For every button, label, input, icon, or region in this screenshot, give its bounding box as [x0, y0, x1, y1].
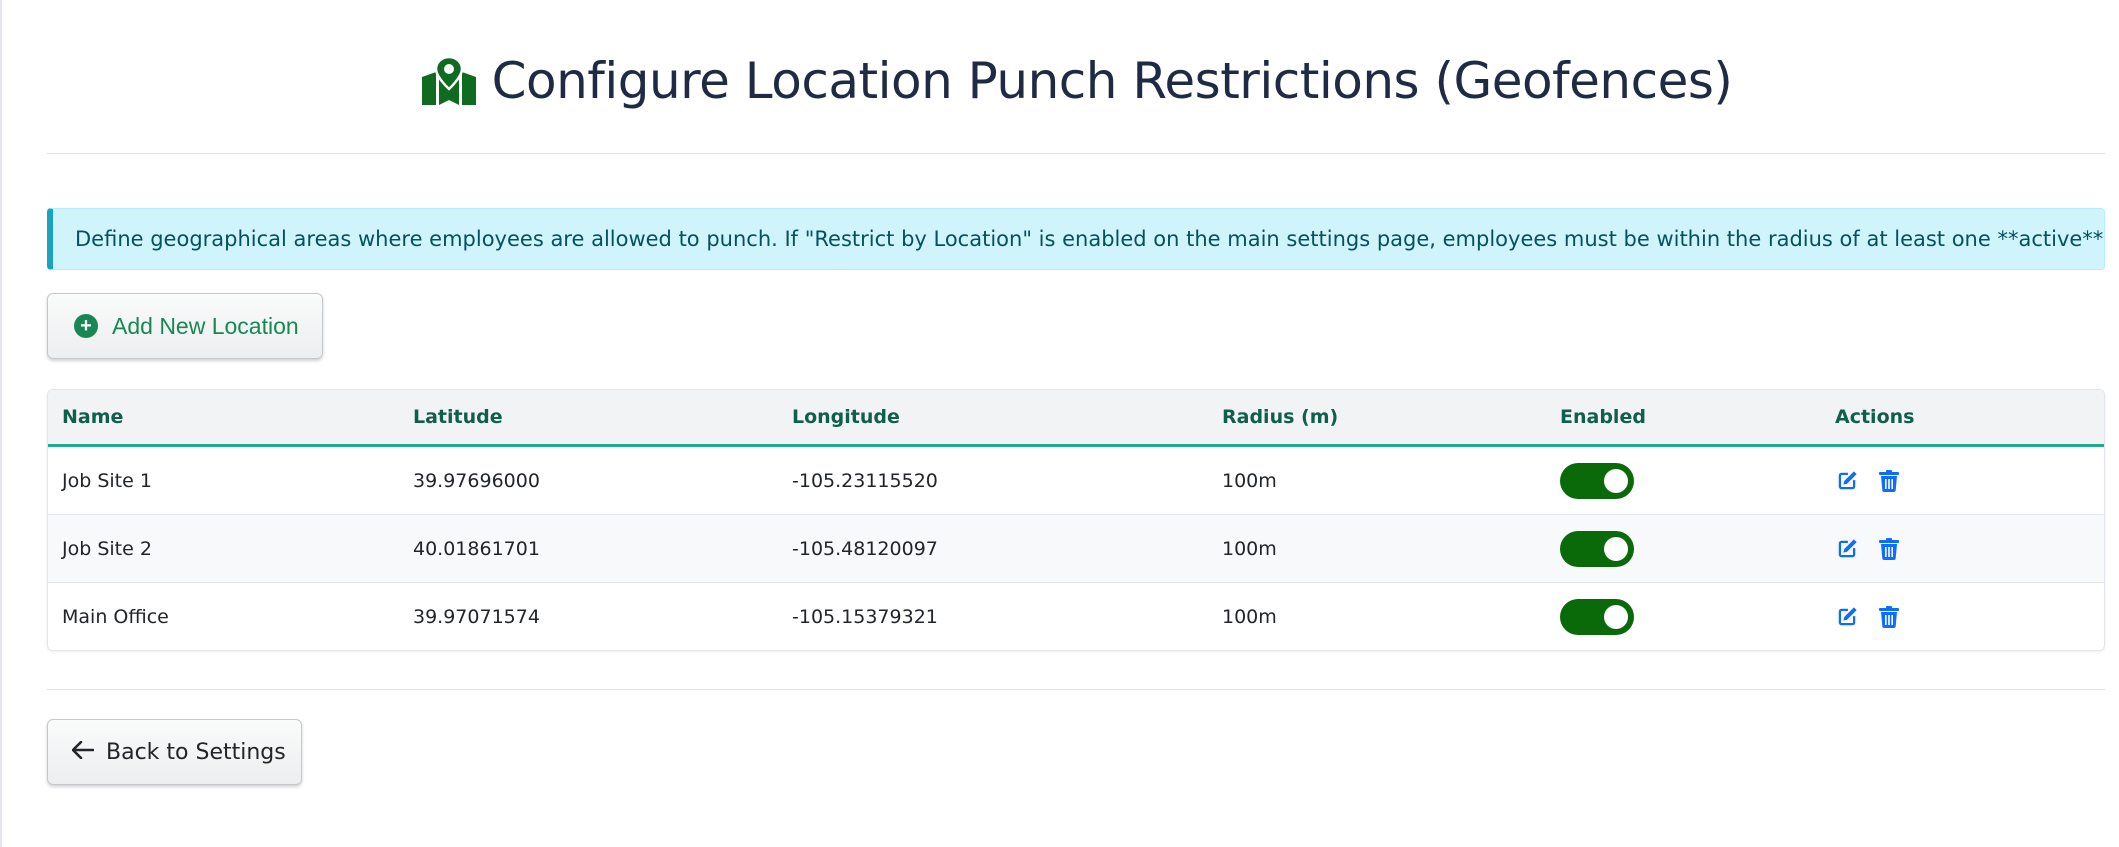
arrow-left-icon	[71, 740, 95, 765]
edit-icon[interactable]	[1835, 537, 1859, 561]
cell-name: Job Site 2	[48, 514, 399, 583]
row-actions	[1835, 537, 2104, 561]
toggle-knob	[1604, 536, 1628, 561]
page-title-text: Configure Location Punch Restrictions (G…	[491, 51, 1733, 110]
page-header: Configure Location Punch Restrictions (G…	[47, 0, 2105, 154]
cell-name: Job Site 1	[48, 445, 399, 515]
back-to-settings-label: Back to Settings	[106, 739, 286, 765]
cell-latitude: 39.97071574	[413, 605, 540, 628]
table-row: Job Site 2 40.01861701 -105.48120097 100…	[48, 514, 2104, 583]
cell-enabled	[1546, 514, 1821, 583]
enabled-toggle[interactable]	[1560, 462, 1634, 499]
cell-longitude: -105.15379321	[792, 605, 938, 628]
page-title: Configure Location Punch Restrictions (G…	[420, 52, 1733, 110]
column-header-name[interactable]: Name	[48, 390, 399, 447]
cell-radius: 100m	[1208, 514, 1546, 583]
cell-actions	[1821, 445, 2104, 515]
table-header-row: Name Latitude Longitude Radius (m) Enabl…	[48, 390, 2104, 447]
cell-actions	[1821, 583, 2104, 651]
cell-actions	[1821, 514, 2104, 583]
table-row: Main Office 39.97071574 -105.15379321 10…	[48, 583, 2104, 651]
page-edge	[0, 0, 2, 847]
cell-latitude: 40.01861701	[399, 514, 778, 583]
column-header-enabled[interactable]: Enabled	[1546, 390, 1821, 447]
cell-name: Main Office	[62, 605, 169, 628]
back-to-settings-button[interactable]: Back to Settings	[47, 719, 302, 785]
column-header-radius[interactable]: Radius (m)	[1208, 390, 1546, 447]
toggle-knob	[1604, 604, 1628, 629]
cell-radius: 100m	[1222, 605, 1277, 628]
table-row: Job Site 1 39.97696000 -105.23115520 100…	[48, 445, 2104, 515]
trash-icon[interactable]	[1877, 605, 1901, 629]
row-actions	[1835, 605, 2104, 629]
enabled-toggle[interactable]	[1560, 598, 1634, 635]
page-container: Configure Location Punch Restrictions (G…	[47, 0, 2105, 785]
cell-enabled	[1546, 445, 1821, 515]
column-header-longitude[interactable]: Longitude	[778, 390, 1208, 447]
geofences-table: Name Latitude Longitude Radius (m) Enabl…	[48, 390, 2104, 651]
column-header-actions: Actions	[1821, 390, 2104, 447]
geofences-table-wrapper: Name Latitude Longitude Radius (m) Enabl…	[47, 389, 2105, 651]
cell-longitude: -105.48120097	[778, 514, 1208, 583]
trash-icon[interactable]	[1877, 537, 1901, 561]
page-footer: Back to Settings	[47, 689, 2105, 785]
toggle-knob	[1604, 468, 1628, 493]
trash-icon[interactable]	[1877, 469, 1901, 493]
info-alert-text: Define geographical areas where employee…	[75, 227, 2105, 251]
column-header-latitude[interactable]: Latitude	[399, 390, 778, 447]
edit-icon[interactable]	[1835, 469, 1859, 493]
cell-enabled	[1546, 583, 1821, 651]
edit-icon[interactable]	[1835, 605, 1859, 629]
row-actions	[1835, 469, 2104, 493]
info-alert: Define geographical areas where employee…	[47, 208, 2105, 270]
add-new-location-label: Add New Location	[112, 312, 299, 339]
enabled-toggle[interactable]	[1560, 530, 1634, 567]
add-new-location-button[interactable]: + Add New Location	[47, 293, 323, 359]
map-location-icon	[420, 55, 478, 107]
cell-radius: 100m	[1208, 445, 1546, 515]
cell-longitude: -105.23115520	[778, 445, 1208, 515]
plus-circle-icon: +	[74, 314, 98, 338]
cell-latitude: 39.97696000	[399, 445, 778, 515]
